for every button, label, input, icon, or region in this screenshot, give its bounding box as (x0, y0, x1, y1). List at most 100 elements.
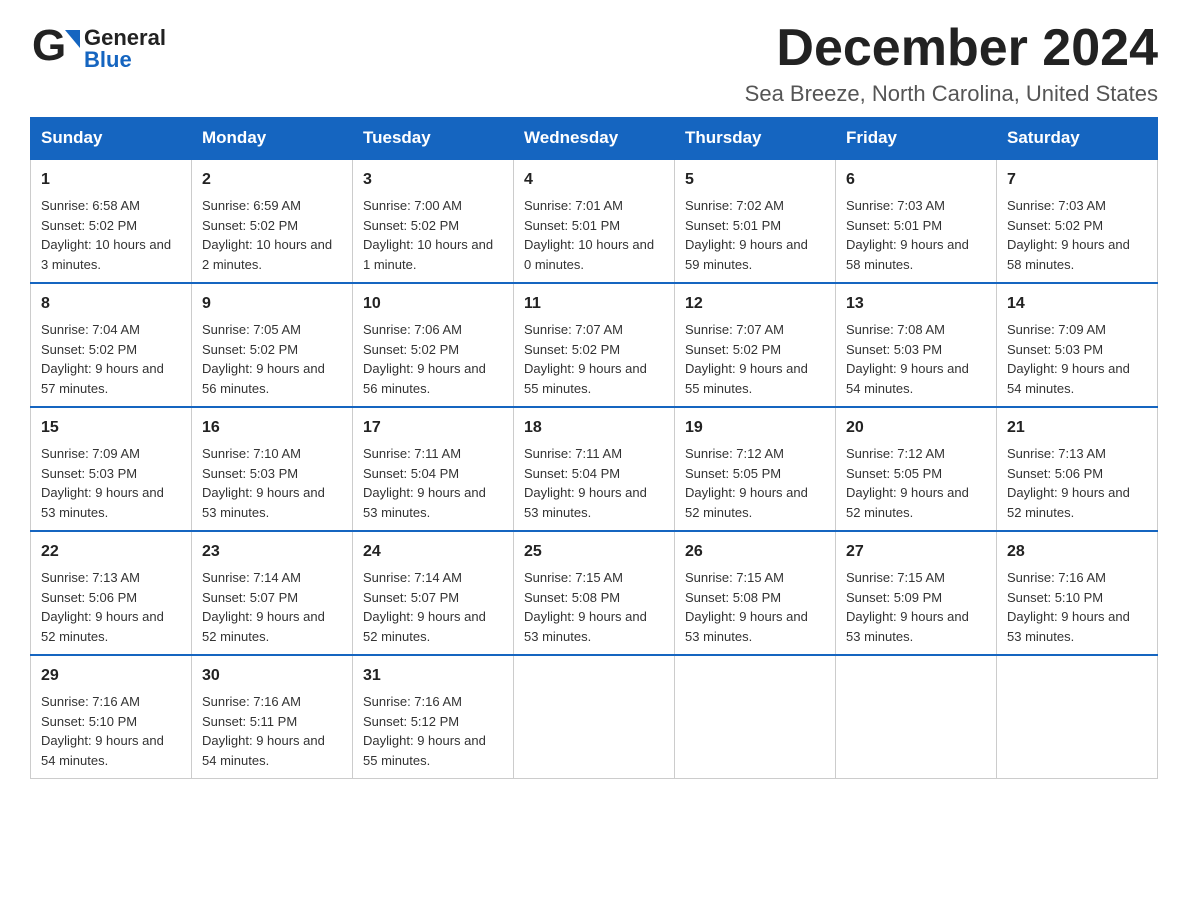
sunset-info: Sunset: 5:03 PM (1007, 342, 1103, 357)
sunrise-info: Sunrise: 7:16 AM (41, 694, 140, 709)
daylight-info: Daylight: 9 hours and 53 minutes. (524, 609, 647, 644)
daylight-info: Daylight: 9 hours and 53 minutes. (202, 485, 325, 520)
calendar-day-cell: 28 Sunrise: 7:16 AM Sunset: 5:10 PM Dayl… (997, 531, 1158, 655)
day-number: 11 (524, 292, 664, 316)
daylight-info: Daylight: 9 hours and 54 minutes. (41, 733, 164, 768)
sunset-info: Sunset: 5:08 PM (685, 590, 781, 605)
calendar-day-cell: 10 Sunrise: 7:06 AM Sunset: 5:02 PM Dayl… (353, 283, 514, 407)
daylight-info: Daylight: 9 hours and 55 minutes. (685, 361, 808, 396)
sunset-info: Sunset: 5:02 PM (1007, 218, 1103, 233)
sunset-info: Sunset: 5:09 PM (846, 590, 942, 605)
sunset-info: Sunset: 5:05 PM (685, 466, 781, 481)
day-number: 1 (41, 168, 181, 192)
calendar-day-cell: 21 Sunrise: 7:13 AM Sunset: 5:06 PM Dayl… (997, 407, 1158, 531)
calendar-day-cell (514, 655, 675, 779)
day-number: 13 (846, 292, 986, 316)
daylight-info: Daylight: 9 hours and 56 minutes. (363, 361, 486, 396)
day-of-week-header: Friday (836, 118, 997, 160)
sunrise-info: Sunrise: 7:15 AM (524, 570, 623, 585)
day-number: 6 (846, 168, 986, 192)
calendar-day-cell: 4 Sunrise: 7:01 AM Sunset: 5:01 PM Dayli… (514, 159, 675, 283)
day-number: 4 (524, 168, 664, 192)
daylight-info: Daylight: 9 hours and 54 minutes. (1007, 361, 1130, 396)
calendar-day-cell: 7 Sunrise: 7:03 AM Sunset: 5:02 PM Dayli… (997, 159, 1158, 283)
daylight-info: Daylight: 9 hours and 59 minutes. (685, 237, 808, 272)
sunset-info: Sunset: 5:06 PM (41, 590, 137, 605)
calendar-day-cell: 9 Sunrise: 7:05 AM Sunset: 5:02 PM Dayli… (192, 283, 353, 407)
daylight-info: Daylight: 9 hours and 58 minutes. (846, 237, 969, 272)
sunrise-info: Sunrise: 7:09 AM (1007, 322, 1106, 337)
sunrise-info: Sunrise: 7:15 AM (685, 570, 784, 585)
calendar-week-row: 15 Sunrise: 7:09 AM Sunset: 5:03 PM Dayl… (31, 407, 1158, 531)
day-number: 26 (685, 540, 825, 564)
day-number: 30 (202, 664, 342, 688)
day-of-week-header: Wednesday (514, 118, 675, 160)
day-number: 14 (1007, 292, 1147, 316)
daylight-info: Daylight: 9 hours and 53 minutes. (1007, 609, 1130, 644)
daylight-info: Daylight: 9 hours and 54 minutes. (846, 361, 969, 396)
day-number: 5 (685, 168, 825, 192)
calendar-day-cell: 26 Sunrise: 7:15 AM Sunset: 5:08 PM Dayl… (675, 531, 836, 655)
calendar-day-cell: 16 Sunrise: 7:10 AM Sunset: 5:03 PM Dayl… (192, 407, 353, 531)
sunrise-info: Sunrise: 7:12 AM (685, 446, 784, 461)
month-title: December 2024 (745, 20, 1158, 77)
calendar-week-row: 22 Sunrise: 7:13 AM Sunset: 5:06 PM Dayl… (31, 531, 1158, 655)
sunset-info: Sunset: 5:02 PM (41, 342, 137, 357)
daylight-info: Daylight: 9 hours and 53 minutes. (41, 485, 164, 520)
day-number: 19 (685, 416, 825, 440)
calendar-day-cell: 29 Sunrise: 7:16 AM Sunset: 5:10 PM Dayl… (31, 655, 192, 779)
sunrise-info: Sunrise: 7:15 AM (846, 570, 945, 585)
sunset-info: Sunset: 5:12 PM (363, 714, 459, 729)
sunrise-info: Sunrise: 7:13 AM (1007, 446, 1106, 461)
day-number: 21 (1007, 416, 1147, 440)
calendar-day-cell: 30 Sunrise: 7:16 AM Sunset: 5:11 PM Dayl… (192, 655, 353, 779)
sunset-info: Sunset: 5:07 PM (363, 590, 459, 605)
sunset-info: Sunset: 5:02 PM (202, 342, 298, 357)
sunset-info: Sunset: 5:03 PM (41, 466, 137, 481)
svg-text:G: G (32, 21, 66, 70)
sunrise-info: Sunrise: 7:16 AM (202, 694, 301, 709)
daylight-info: Daylight: 9 hours and 52 minutes. (1007, 485, 1130, 520)
daylight-info: Daylight: 9 hours and 58 minutes. (1007, 237, 1130, 272)
sunset-info: Sunset: 5:05 PM (846, 466, 942, 481)
daylight-info: Daylight: 10 hours and 0 minutes. (524, 237, 654, 272)
day-number: 23 (202, 540, 342, 564)
calendar-day-cell: 1 Sunrise: 6:58 AM Sunset: 5:02 PM Dayli… (31, 159, 192, 283)
sunrise-info: Sunrise: 7:07 AM (524, 322, 623, 337)
calendar-day-cell: 27 Sunrise: 7:15 AM Sunset: 5:09 PM Dayl… (836, 531, 997, 655)
sunrise-info: Sunrise: 7:00 AM (363, 198, 462, 213)
sunset-info: Sunset: 5:06 PM (1007, 466, 1103, 481)
daylight-info: Daylight: 10 hours and 2 minutes. (202, 237, 332, 272)
sunrise-info: Sunrise: 7:14 AM (202, 570, 301, 585)
day-number: 3 (363, 168, 503, 192)
sunset-info: Sunset: 5:08 PM (524, 590, 620, 605)
daylight-info: Daylight: 9 hours and 56 minutes. (202, 361, 325, 396)
daylight-info: Daylight: 10 hours and 1 minute. (363, 237, 493, 272)
sunrise-info: Sunrise: 6:59 AM (202, 198, 301, 213)
day-of-week-header: Saturday (997, 118, 1158, 160)
logo: G General Blue (30, 20, 166, 77)
day-number: 9 (202, 292, 342, 316)
daylight-info: Daylight: 9 hours and 52 minutes. (363, 609, 486, 644)
calendar-day-cell: 12 Sunrise: 7:07 AM Sunset: 5:02 PM Dayl… (675, 283, 836, 407)
daylight-info: Daylight: 10 hours and 3 minutes. (41, 237, 171, 272)
sunrise-info: Sunrise: 7:03 AM (1007, 198, 1106, 213)
day-number: 29 (41, 664, 181, 688)
calendar-header-row: SundayMondayTuesdayWednesdayThursdayFrid… (31, 118, 1158, 160)
logo-icon: G (30, 20, 82, 77)
daylight-info: Daylight: 9 hours and 53 minutes. (685, 609, 808, 644)
sunrise-info: Sunrise: 7:07 AM (685, 322, 784, 337)
calendar-day-cell (675, 655, 836, 779)
sunset-info: Sunset: 5:07 PM (202, 590, 298, 605)
calendar-day-cell: 14 Sunrise: 7:09 AM Sunset: 5:03 PM Dayl… (997, 283, 1158, 407)
sunset-info: Sunset: 5:02 PM (41, 218, 137, 233)
sunset-info: Sunset: 5:10 PM (1007, 590, 1103, 605)
calendar-day-cell: 5 Sunrise: 7:02 AM Sunset: 5:01 PM Dayli… (675, 159, 836, 283)
day-number: 22 (41, 540, 181, 564)
day-of-week-header: Monday (192, 118, 353, 160)
sunset-info: Sunset: 5:04 PM (363, 466, 459, 481)
day-number: 2 (202, 168, 342, 192)
day-of-week-header: Thursday (675, 118, 836, 160)
sunset-info: Sunset: 5:01 PM (846, 218, 942, 233)
calendar-day-cell: 22 Sunrise: 7:13 AM Sunset: 5:06 PM Dayl… (31, 531, 192, 655)
